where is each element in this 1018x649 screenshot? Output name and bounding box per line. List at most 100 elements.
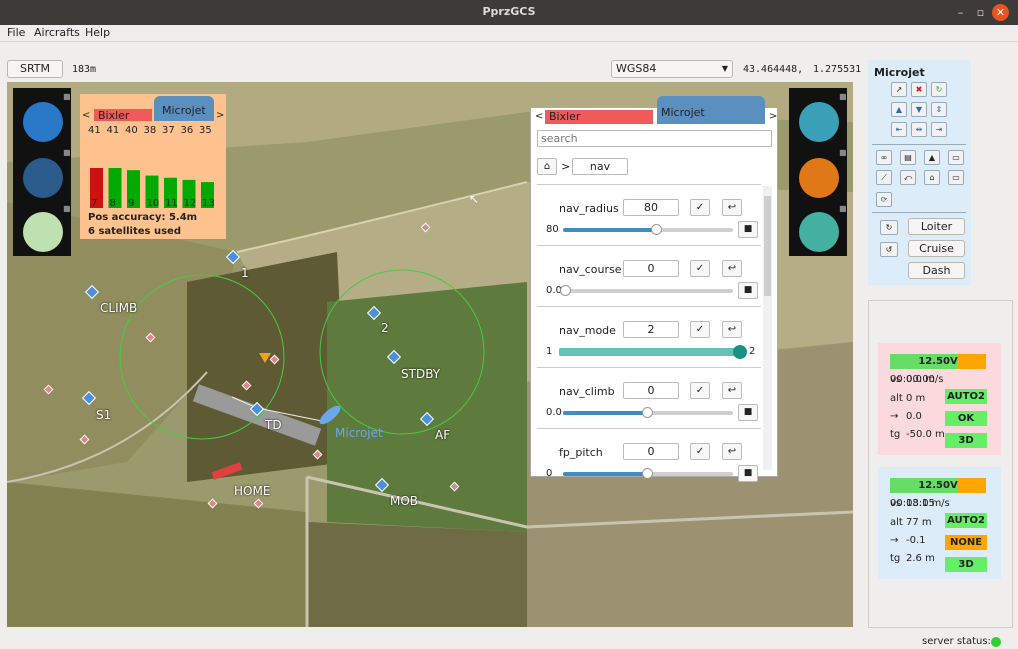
check-icon[interactable]: ✓ bbox=[690, 321, 710, 338]
undo-icon[interactable]: ↩ bbox=[722, 199, 742, 216]
lock-icon[interactable]: ■ bbox=[63, 92, 71, 101]
resurrect-icon[interactable]: ↻ bbox=[931, 82, 947, 97]
slider-knob[interactable] bbox=[733, 345, 747, 359]
undo-icon[interactable]: ↩ bbox=[722, 321, 742, 338]
lock-icon[interactable]: ■ bbox=[63, 148, 71, 157]
satellite-icon[interactable] bbox=[23, 158, 63, 198]
undo-icon[interactable]: ↩ bbox=[722, 443, 742, 460]
lock-icon[interactable]: ■ bbox=[839, 148, 847, 157]
lock-icon[interactable]: ■ bbox=[738, 221, 758, 238]
slider-knob[interactable] bbox=[642, 407, 653, 418]
param-value-field[interactable]: 0 bbox=[623, 382, 679, 399]
check-icon[interactable]: ✓ bbox=[690, 443, 710, 460]
flightplan-icon[interactable] bbox=[23, 212, 63, 252]
menu-file[interactable]: File bbox=[7, 26, 25, 39]
param-value-field[interactable]: 2 bbox=[623, 321, 679, 338]
kill-icon[interactable]: ✖ bbox=[911, 82, 927, 97]
param-slider[interactable] bbox=[559, 345, 747, 359]
slider-knob[interactable] bbox=[650, 224, 662, 235]
undo-icon[interactable]: ↩ bbox=[722, 260, 742, 277]
monitor-icon[interactable]: ▭ bbox=[948, 170, 964, 185]
layers-icon[interactable] bbox=[23, 102, 63, 142]
slider-knob[interactable] bbox=[642, 468, 653, 479]
menu-aircrafts[interactable]: Aircrafts bbox=[34, 26, 80, 39]
search-input[interactable] bbox=[537, 130, 772, 147]
monitor-icon[interactable]: ▭ bbox=[948, 150, 964, 165]
toolbar: SRTM 183m WGS84 ▼ 43.464448, 1.275531 bbox=[0, 56, 1018, 80]
turn-icon[interactable]: ⤺ bbox=[900, 170, 916, 185]
tab-microjet[interactable]: Microjet bbox=[657, 96, 765, 124]
lock-icon[interactable]: ■ bbox=[839, 92, 847, 101]
lock-icon[interactable]: ■ bbox=[738, 282, 758, 299]
up-down-icon[interactable]: ⇕ bbox=[931, 102, 947, 117]
projection-select[interactable]: WGS84 ▼ bbox=[611, 60, 733, 78]
path-icon[interactable]: ⟋ bbox=[876, 170, 892, 185]
check-icon[interactable]: ✓ bbox=[690, 382, 710, 399]
attitude-icon[interactable] bbox=[799, 158, 839, 198]
next-tab-button[interactable]: > bbox=[216, 110, 224, 121]
snr-value: 36 bbox=[180, 125, 194, 136]
prev-tab-button[interactable]: < bbox=[535, 111, 543, 122]
launch-icon[interactable]: ↗ bbox=[891, 82, 907, 97]
home-icon[interactable]: ⌂ bbox=[537, 158, 557, 175]
signal-icon[interactable] bbox=[799, 102, 839, 142]
close-button[interactable]: ✕ bbox=[992, 4, 1009, 21]
aircraft-strip[interactable]: 12.50V 00:00:00 vs 0.0 m/s alt 0 m → 0.0 tg -50.0… bbox=[878, 343, 1001, 455]
tab-bixler[interactable]: Bixler bbox=[94, 109, 152, 122]
param-slider[interactable] bbox=[563, 224, 733, 235]
srtm-button[interactable]: SRTM bbox=[7, 60, 63, 78]
strip-vs-label: vs bbox=[890, 374, 902, 385]
param-slider[interactable] bbox=[563, 407, 733, 418]
param-value-field[interactable]: 0 bbox=[623, 260, 679, 277]
undo-icon[interactable]: ↩ bbox=[722, 382, 742, 399]
check-icon[interactable]: ✓ bbox=[690, 260, 710, 277]
scrollbar[interactable] bbox=[763, 186, 772, 470]
center-icon[interactable]: ⇹ bbox=[911, 122, 927, 137]
tab-bixler[interactable]: Bixler bbox=[545, 110, 653, 124]
strip-alt-value: 77 m bbox=[906, 517, 932, 528]
up-icon[interactable]: ▲ bbox=[891, 102, 907, 117]
settings-sliders-icon[interactable] bbox=[799, 212, 839, 252]
param-name: nav_radius bbox=[559, 202, 619, 215]
param-name: nav_climb bbox=[559, 385, 615, 398]
cruise-button[interactable]: Cruise bbox=[908, 240, 965, 257]
circle-cw-icon[interactable]: ↻ bbox=[880, 220, 898, 235]
param-value-field[interactable]: 0 bbox=[623, 443, 679, 460]
left-icon[interactable]: ⇤ bbox=[891, 122, 907, 137]
calendar-icon[interactable]: ▤ bbox=[900, 150, 916, 165]
window-title: PprzGCS bbox=[482, 5, 536, 18]
label-wp1: 1 bbox=[241, 266, 249, 280]
param-slider[interactable] bbox=[560, 285, 733, 296]
param-value-field[interactable]: 80 bbox=[623, 199, 679, 216]
battery-badge: 12.50V bbox=[890, 478, 986, 493]
lock-icon[interactable]: ■ bbox=[63, 204, 71, 213]
slider-knob[interactable] bbox=[560, 285, 572, 296]
scrollbar-thumb[interactable] bbox=[764, 196, 771, 296]
breadcrumb-nav[interactable]: nav bbox=[572, 158, 628, 175]
down-icon[interactable]: ▼ bbox=[911, 102, 927, 117]
check-icon[interactable]: ✓ bbox=[690, 199, 710, 216]
right-icon[interactable]: ⇥ bbox=[931, 122, 947, 137]
projection-value: WGS84 bbox=[616, 62, 657, 75]
lock-icon[interactable]: ■ bbox=[839, 204, 847, 213]
tab-microjet[interactable]: Microjet bbox=[154, 96, 214, 121]
loiter-button[interactable]: Loiter bbox=[908, 218, 965, 235]
link-icon[interactable]: ∞ bbox=[876, 150, 892, 165]
dash-button[interactable]: Dash bbox=[908, 262, 965, 279]
lock-icon[interactable]: ■ bbox=[738, 404, 758, 421]
home-icon[interactable]: ⌂ bbox=[924, 170, 940, 185]
menu-help[interactable]: Help bbox=[85, 26, 110, 39]
refresh-icon[interactable]: ⟳ bbox=[876, 192, 892, 207]
prev-tab-button[interactable]: < bbox=[82, 110, 90, 121]
minimize-button[interactable]: – bbox=[952, 4, 969, 21]
strip-tg-value: -50.0 m bbox=[906, 429, 945, 440]
circle-ccw-icon[interactable]: ↺ bbox=[880, 242, 898, 257]
flag-icon[interactable]: ▲ bbox=[924, 150, 940, 165]
slider-fill bbox=[563, 228, 657, 232]
maximize-button[interactable]: ▫ bbox=[972, 4, 989, 21]
lock-icon[interactable]: ■ bbox=[738, 465, 758, 482]
next-tab-button[interactable]: > bbox=[769, 111, 777, 122]
aircraft-strip[interactable]: 12.50V 00:08:05 vs 13.1 m/s alt 77 m → -0.1 tg 2.… bbox=[878, 467, 1001, 579]
satellite-id: 13 bbox=[202, 198, 215, 209]
param-slider[interactable] bbox=[563, 468, 733, 479]
